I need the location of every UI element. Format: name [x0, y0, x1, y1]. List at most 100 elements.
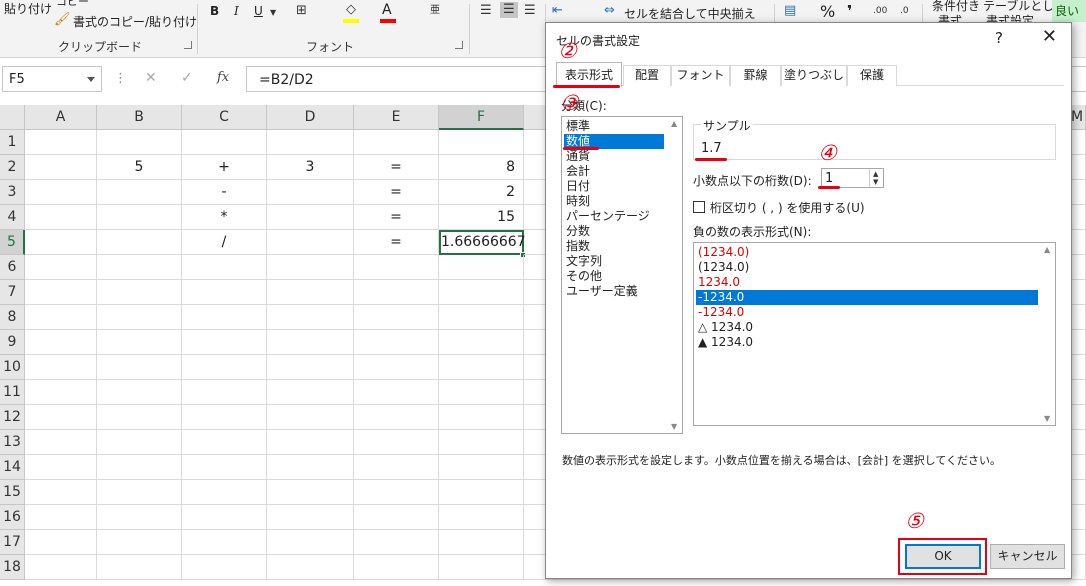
row-header-18[interactable]: 18 [0, 555, 25, 580]
cell-c15[interactable] [182, 480, 267, 505]
cell-b4[interactable] [97, 205, 182, 230]
cell-b8[interactable] [97, 305, 182, 330]
phonetic-icon[interactable]: 亜 [430, 3, 440, 19]
cell-c3[interactable]: - [182, 180, 267, 205]
cell-b6[interactable] [97, 255, 182, 280]
fill-color-icon[interactable]: ◇ [346, 2, 356, 18]
cell-d11[interactable] [267, 380, 354, 405]
cell-d17[interactable] [267, 530, 354, 555]
row-header-11[interactable]: 11 [0, 380, 25, 405]
cell-e18[interactable] [354, 555, 439, 580]
cancel-button[interactable]: キャンセル [990, 544, 1065, 569]
name-box[interactable]: F5 [2, 66, 102, 92]
cell-a17[interactable] [25, 530, 97, 555]
category-item[interactable]: 日付 [564, 179, 664, 194]
bold-button[interactable]: B [210, 4, 219, 18]
cell-d12[interactable] [267, 405, 354, 430]
cell-b11[interactable] [97, 380, 182, 405]
category-item[interactable]: 会計 [564, 164, 664, 179]
cell-a6[interactable] [25, 255, 97, 280]
cell-b14[interactable] [97, 455, 182, 480]
cell-d16[interactable] [267, 505, 354, 530]
cell-f2[interactable]: 8 [439, 155, 524, 180]
tab-alignment[interactable]: 配置 [623, 65, 671, 86]
cell-a7[interactable] [25, 280, 97, 305]
cell-f14[interactable] [439, 455, 524, 480]
cell-b5[interactable] [97, 230, 182, 255]
cell-c2[interactable]: + [182, 155, 267, 180]
good-style-cell[interactable]: 良い [1052, 0, 1086, 22]
cell-b3[interactable] [97, 180, 182, 205]
cell-a5[interactable] [25, 230, 97, 255]
cell-a8[interactable] [25, 305, 97, 330]
cell-c16[interactable] [182, 505, 267, 530]
negative-format-item[interactable]: △ 1234.0 [696, 320, 1038, 335]
cell-a12[interactable] [25, 405, 97, 430]
category-item[interactable]: 通貨 [564, 149, 664, 164]
cell-f6[interactable] [439, 255, 524, 280]
cell-c6[interactable] [182, 255, 267, 280]
cell-e2[interactable]: = [354, 155, 439, 180]
category-item[interactable]: 時刻 [564, 194, 664, 209]
cell-c9[interactable] [182, 330, 267, 355]
decimal-places-stepper[interactable]: 1 ▲ ▼ [821, 168, 884, 188]
border-icon[interactable]: ⊞ [296, 3, 307, 19]
cell-d13[interactable] [267, 430, 354, 455]
negative-format-list[interactable]: ▲ ▼ (1234.0) (1234.0) 1234.0 -1234.0 -1234.0… [693, 242, 1056, 426]
row-header-6[interactable]: 6 [0, 255, 25, 280]
decimal-places-value[interactable]: 1 [825, 171, 833, 186]
copy-button[interactable]: コピー [56, 0, 89, 9]
cell-e4[interactable]: = [354, 205, 439, 230]
cell-e5[interactable]: = [354, 230, 439, 255]
indent-icon[interactable]: ⇤ [552, 3, 563, 19]
cell-e3[interactable]: = [354, 180, 439, 205]
cell-b15[interactable] [97, 480, 182, 505]
cell-b2[interactable]: 5 [97, 155, 182, 180]
cell-d10[interactable] [267, 355, 354, 380]
cell-c4[interactable]: * [182, 205, 267, 230]
row-header-16[interactable]: 16 [0, 505, 25, 530]
cell-b16[interactable] [97, 505, 182, 530]
category-item[interactable]: 標準 [564, 119, 664, 134]
cell-d4[interactable] [267, 205, 354, 230]
cell-d3[interactable] [267, 180, 354, 205]
align-center-icon[interactable]: ☰ [500, 2, 518, 18]
cell-e8[interactable] [354, 305, 439, 330]
align-right-icon[interactable]: ☰ [524, 3, 536, 19]
cell-a16[interactable] [25, 505, 97, 530]
category-item[interactable]: 文字列 [564, 254, 664, 269]
cell-d14[interactable] [267, 455, 354, 480]
cell-e13[interactable] [354, 430, 439, 455]
cell-c13[interactable] [182, 430, 267, 455]
cell-e7[interactable] [354, 280, 439, 305]
cell-c14[interactable] [182, 455, 267, 480]
cell-c18[interactable] [182, 555, 267, 580]
select-all-corner[interactable] [0, 105, 25, 130]
cell-f11[interactable] [439, 380, 524, 405]
merge-center-icon[interactable]: ⇔ [604, 3, 615, 19]
cell-a9[interactable] [25, 330, 97, 355]
negative-format-item[interactable]: (1234.0) [696, 245, 1038, 260]
tab-font[interactable]: フォント [671, 65, 730, 86]
cell-e1[interactable] [354, 130, 439, 155]
cell-a11[interactable] [25, 380, 97, 405]
row-header-8[interactable]: 8 [0, 305, 25, 330]
cell-e14[interactable] [354, 455, 439, 480]
row-header-14[interactable]: 14 [0, 455, 25, 480]
cell-f1[interactable] [439, 130, 524, 155]
row-header-9[interactable]: 9 [0, 330, 25, 355]
merge-center-button[interactable]: セルを結合して中央揃え [624, 5, 756, 22]
cell-b18[interactable] [97, 555, 182, 580]
clipboard-launcher-icon[interactable] [184, 41, 192, 49]
cell-f17[interactable] [439, 530, 524, 555]
cell-b10[interactable] [97, 355, 182, 380]
close-icon[interactable]: ✕ [1042, 26, 1057, 47]
cell-c12[interactable] [182, 405, 267, 430]
cell-e12[interactable] [354, 405, 439, 430]
negative-format-item[interactable]: ▲ 1234.0 [696, 335, 1038, 350]
insert-function-icon[interactable]: fx [217, 70, 229, 85]
stepper-buttons[interactable]: ▲ ▼ [869, 169, 883, 187]
negative-format-item[interactable]: 1234.0 [696, 275, 1038, 290]
category-item[interactable]: ユーザー定義 [564, 284, 664, 299]
scroll-up-icon[interactable]: ▲ [671, 119, 677, 128]
